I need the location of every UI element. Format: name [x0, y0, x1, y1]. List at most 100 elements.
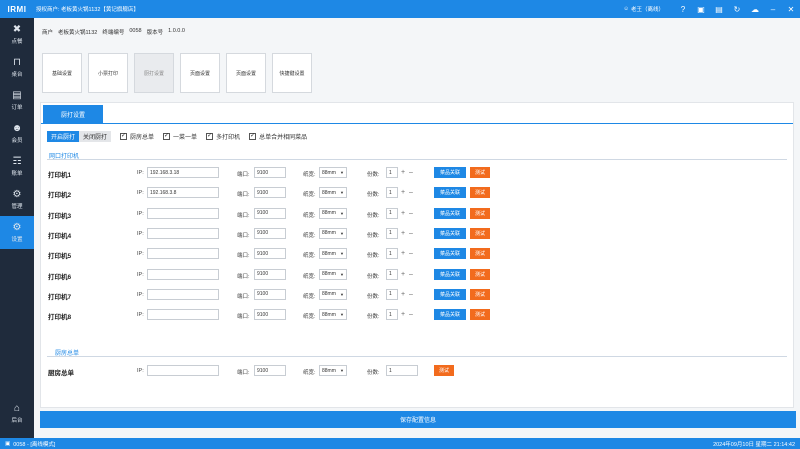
paper-width-select[interactable]: 88mm ▼	[319, 227, 347, 239]
checkbox-multi-printer[interactable]: ✓ 多打印机	[206, 132, 240, 141]
close-icon[interactable]: ✕	[782, 0, 800, 18]
disable-kitchen-print-button[interactable]: 关闭厨打	[79, 131, 112, 142]
test-button[interactable]: 测试	[470, 248, 490, 260]
port-input[interactable]: 9100	[254, 167, 286, 178]
dish-link-button[interactable]: 菜品关联	[434, 167, 466, 178]
port-input[interactable]: 9100	[254, 365, 286, 376]
dish-link-button[interactable]: 菜品关联	[434, 288, 466, 300]
dish-link-button[interactable]: 菜品关联	[434, 309, 466, 321]
port-input[interactable]: 9100	[254, 187, 286, 199]
sidebar-item-order[interactable]: ✖ 点餐	[0, 18, 34, 51]
plus-icon[interactable]: +	[401, 229, 405, 238]
copies-input[interactable]: 1	[386, 365, 418, 376]
tile-kitchen-print[interactable]: 厨打设置	[134, 53, 174, 93]
paper-width-select[interactable]: 88mm ▼	[319, 309, 347, 321]
monitor-icon[interactable]: ▣	[692, 0, 710, 18]
ip-input[interactable]	[147, 227, 219, 239]
paper-width-select[interactable]: 88mm ▼	[319, 248, 347, 260]
help-icon[interactable]: ?	[674, 0, 692, 18]
paper-width-select[interactable]: 88mm ▼	[319, 288, 347, 300]
ip-input[interactable]	[147, 288, 219, 300]
copies-input[interactable]: 1	[386, 268, 398, 280]
ip-input[interactable]	[147, 268, 219, 280]
minus-icon[interactable]: –	[409, 310, 413, 319]
plus-icon[interactable]: +	[401, 209, 405, 218]
test-button[interactable]: 测试	[470, 227, 490, 239]
dish-link-button[interactable]: 菜品关联	[434, 187, 466, 199]
plus-icon[interactable]: +	[401, 249, 405, 258]
minus-icon[interactable]: –	[409, 209, 413, 218]
copies-input[interactable]: 1	[386, 207, 398, 219]
sidebar-item-settings[interactable]: ⚙ 设置	[0, 216, 34, 249]
copies-input[interactable]: 1	[386, 309, 398, 321]
plus-icon[interactable]: +	[401, 310, 405, 319]
plus-icon[interactable]: +	[401, 168, 405, 177]
minus-icon[interactable]: –	[409, 168, 413, 177]
save-config-button[interactable]: 保存配置信息	[40, 411, 796, 428]
tile-page-settings-2[interactable]: 页面设置	[226, 53, 266, 93]
plus-icon[interactable]: +	[401, 188, 405, 197]
tile-receipt-print[interactable]: 小票打印	[88, 53, 128, 93]
test-button[interactable]: 测试	[434, 365, 454, 376]
paper-width-select[interactable]: 88mm ▼	[319, 365, 347, 376]
copies-input[interactable]: 1	[386, 248, 398, 260]
plus-icon[interactable]: +	[401, 290, 405, 299]
paper-width-select[interactable]: 88mm ▼	[319, 167, 347, 178]
minimize-icon[interactable]: –	[764, 0, 782, 18]
cloud-icon[interactable]: ☁	[746, 0, 764, 18]
sidebar-item-manage[interactable]: ⚙ 管理	[0, 183, 34, 216]
test-button[interactable]: 测试	[470, 207, 490, 219]
title-bar: IRMI 授权商户: 老板黄火锅1132【黄记旗舰店】 ☺ 老王（离线） ? ▣…	[0, 0, 800, 18]
sidebar-item-orders[interactable]: ▤ 订单	[0, 84, 34, 117]
ip-input[interactable]: 192.168.3.18	[147, 167, 219, 178]
copies-input[interactable]: 1	[386, 288, 398, 300]
plus-icon[interactable]: +	[401, 270, 405, 279]
test-button[interactable]: 测试	[470, 309, 490, 321]
test-button[interactable]: 测试	[470, 288, 490, 300]
paper-width-select[interactable]: 88mm ▼	[319, 268, 347, 280]
ip-input[interactable]: 192.168.3.8	[147, 187, 219, 199]
sidebar-item-tables[interactable]: ⊓ 桌台	[0, 51, 34, 84]
port-input[interactable]: 9100	[254, 268, 286, 280]
dish-link-button[interactable]: 菜品关联	[434, 227, 466, 239]
user-info[interactable]: ☺ 老王（离线）	[623, 5, 664, 13]
checkbox-kitchen-summary[interactable]: ✓ 厨房总单	[120, 132, 154, 141]
minus-icon[interactable]: –	[409, 249, 413, 258]
minus-icon[interactable]: –	[409, 188, 413, 197]
tile-shortcut-settings[interactable]: 快捷键设置	[272, 53, 312, 93]
ip-input[interactable]	[147, 309, 219, 321]
paper-width-select[interactable]: 88mm ▼	[319, 207, 347, 219]
sidebar-item-members[interactable]: ☻ 会员	[0, 117, 34, 150]
paper-width-select[interactable]: 88mm ▼	[319, 187, 347, 199]
test-button[interactable]: 测试	[470, 268, 490, 280]
ip-input[interactable]	[147, 248, 219, 260]
minus-icon[interactable]: –	[409, 290, 413, 299]
dish-link-button[interactable]: 菜品关联	[434, 248, 466, 260]
ip-input[interactable]	[147, 365, 219, 376]
copies-input[interactable]: 1	[386, 167, 398, 178]
test-button[interactable]: 测试	[470, 187, 490, 199]
checkbox-merge-same-dishes[interactable]: ✓ 总单合并相同菜品	[249, 132, 307, 141]
port-input[interactable]: 9100	[254, 207, 286, 219]
port-input[interactable]: 9100	[254, 227, 286, 239]
copies-input[interactable]: 1	[386, 187, 398, 199]
copies-input[interactable]: 1	[386, 227, 398, 239]
refresh-icon[interactable]: ↻	[728, 0, 746, 18]
minus-icon[interactable]: –	[409, 229, 413, 238]
dish-link-button[interactable]: 菜品关联	[434, 207, 466, 219]
dish-link-button[interactable]: 菜品关联	[434, 268, 466, 280]
ip-input[interactable]	[147, 207, 219, 219]
port-input[interactable]: 9100	[254, 248, 286, 260]
lock-icon[interactable]: ▤	[710, 0, 728, 18]
port-input[interactable]: 9100	[254, 288, 286, 300]
enable-kitchen-print-button[interactable]: 开启厨打	[47, 131, 80, 142]
test-button[interactable]: 测试	[470, 167, 490, 178]
minus-icon[interactable]: –	[409, 270, 413, 279]
port-input[interactable]: 9100	[254, 309, 286, 321]
tab-kitchen-print[interactable]: 厨打设置	[43, 105, 103, 123]
tile-page-settings-1[interactable]: 页面设置	[180, 53, 220, 93]
sidebar-item-bills[interactable]: ☶ 账单	[0, 150, 34, 183]
sidebar-item-backend[interactable]: ⌂ 后台	[0, 397, 34, 430]
tile-basic-settings[interactable]: 基础设置	[42, 53, 82, 93]
checkbox-one-dish-one-ticket[interactable]: ✓ 一菜一单	[163, 132, 197, 141]
